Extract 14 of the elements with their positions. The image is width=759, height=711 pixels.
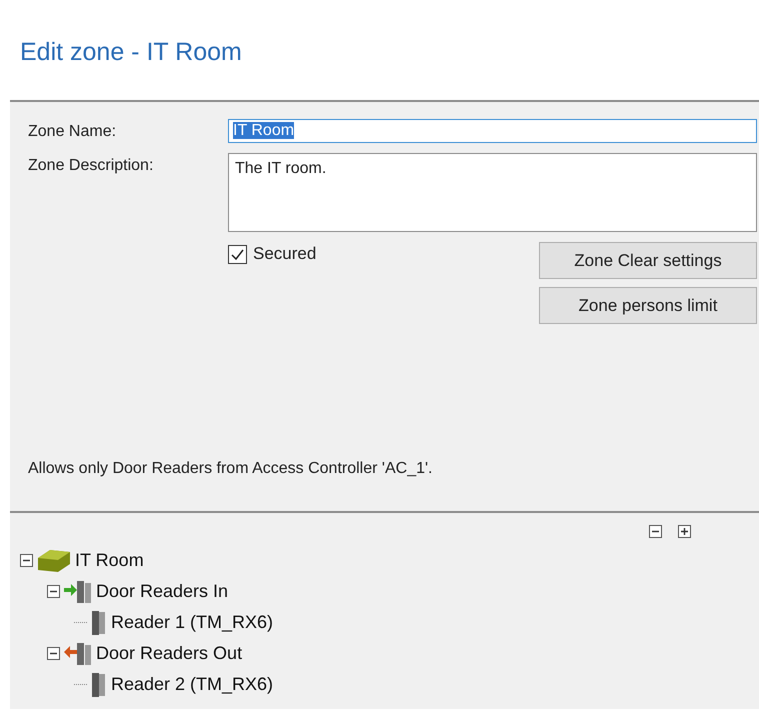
field-label: Zone Name: (28, 122, 118, 141)
field-label: Zone Description: (28, 156, 154, 175)
tree-item[interactable]: Reader 1 (TM_RX6) (111, 612, 274, 633)
tree-item[interactable]: Door Readers In (96, 581, 228, 602)
info-text: Allows only Door Readers from Access Controller 'AC_1'. (28, 460, 432, 478)
settings-button[interactable]: Zone Clear settings (539, 242, 757, 279)
settings-button[interactable]: Zone persons limit (539, 287, 757, 324)
zone-description-field[interactable]: The IT room. (228, 153, 757, 232)
checkbox-label: Secured (253, 244, 316, 264)
zone-name-field[interactable]: IT Room (228, 119, 757, 143)
tree-item[interactable]: IT Room (75, 550, 144, 571)
page-title: Edit zone - IT Room (19, 37, 243, 68)
tree-item[interactable]: Reader 2 (TM_RX6) (111, 674, 274, 695)
tree-item[interactable]: Door Readers Out (96, 643, 242, 664)
